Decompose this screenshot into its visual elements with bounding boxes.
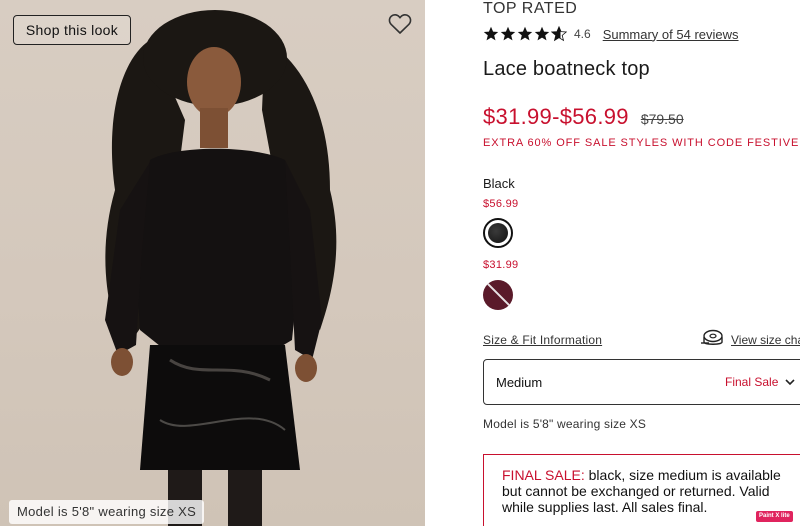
photo-model-caption: Model is 5'8" wearing size XS (9, 500, 205, 524)
price-row: $31.99-$56.99 $79.50 (483, 104, 684, 130)
shop-this-look-button[interactable]: Shop this look (13, 15, 131, 45)
rating-row: 4.6 Summary of 54 reviews (483, 25, 739, 43)
final-sale-note: Final Sale (725, 375, 779, 389)
star-icon (517, 26, 533, 41)
extension-badge[interactable]: Paint X lite (756, 511, 793, 522)
swatch-price: $56.99 (483, 198, 519, 210)
swatch-price: $31.99 (483, 259, 519, 271)
final-sale-alert: FINAL SALE: black, size medium is availa… (483, 454, 800, 526)
product-title: Lace boatneck top (483, 58, 650, 80)
chevron-down-icon (785, 379, 795, 386)
star-rating (483, 26, 568, 42)
promo-message: EXTRA 60% OFF SALE STYLES WITH CODE FEST… (483, 137, 800, 149)
color-swatch-plum[interactable] (483, 280, 513, 310)
size-fit-info-link[interactable]: Size & Fit Information (483, 333, 602, 347)
original-price: $79.50 (640, 111, 684, 127)
measuring-tape-icon[interactable] (700, 329, 724, 347)
star-icon (534, 26, 550, 41)
model-size-note: Model is 5'8" wearing size XS (483, 417, 647, 431)
star-icon (500, 26, 516, 41)
top-rated-badge: TOP RATED (483, 0, 578, 17)
star-half-icon (551, 26, 567, 42)
color-label: Black (483, 176, 515, 191)
size-select[interactable]: Medium Final Sale (483, 359, 800, 405)
rating-value: 4.6 (574, 27, 591, 41)
sale-price: $31.99-$56.99 (483, 104, 629, 129)
product-photo[interactable]: Shop this look Model is 5'8" wearing siz… (0, 0, 425, 526)
view-size-chart-link[interactable]: View size cha (731, 333, 800, 347)
product-info-panel: TOP RATED 4.6 Summary of 54 reviews Lace… (425, 0, 800, 526)
heart-icon[interactable] (388, 13, 412, 35)
star-icon (483, 26, 499, 41)
final-sale-label: FINAL SALE: (502, 467, 585, 483)
reviews-summary-link[interactable]: Summary of 54 reviews (603, 27, 739, 42)
color-swatch-black[interactable] (483, 218, 513, 248)
model-image (105, 10, 337, 526)
selected-size: Medium (496, 375, 543, 390)
